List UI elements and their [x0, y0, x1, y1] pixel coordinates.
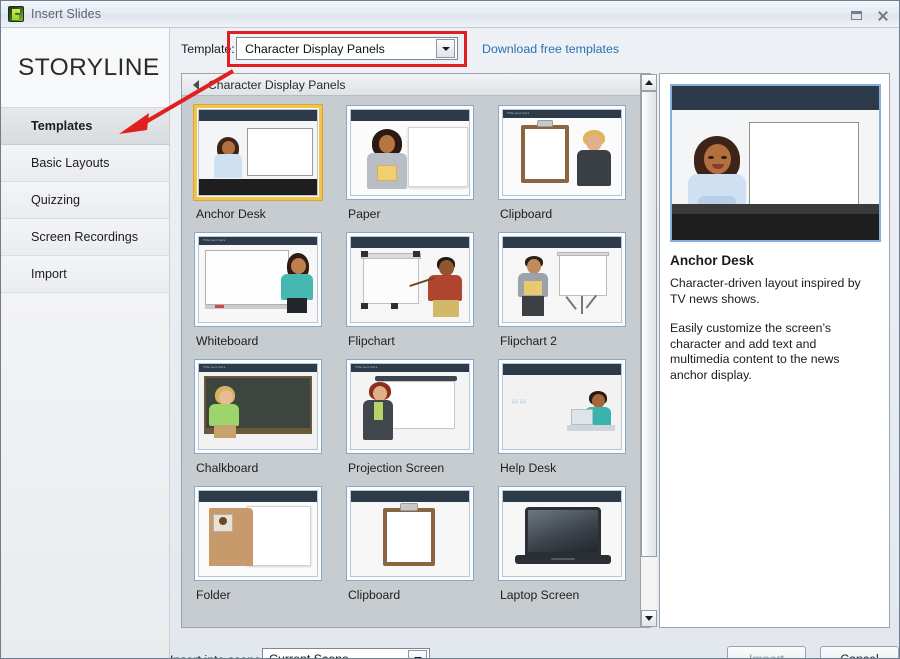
template-list-panel: Character Display Panels [181, 73, 651, 628]
sidebar-item-label: Import [31, 267, 67, 281]
dialog-footer: Insert into scene: Current Scene Import … [170, 632, 900, 659]
template-thumbnail [346, 105, 474, 200]
preview-description-1: Character-driven layout inspired by TV n… [670, 276, 879, 307]
sidebar: STORYLINE Templates Basic Layouts Quizzi… [1, 28, 170, 659]
template-thumbnail: Title text here [194, 232, 322, 327]
window-title: Insert Slides [31, 7, 101, 21]
template-card-laptop-screen[interactable]: Laptop Screen [498, 486, 640, 613]
sidebar-item-label: Basic Layouts [31, 156, 109, 170]
scroll-down-button[interactable] [641, 610, 657, 627]
title-bar: Insert Slides [1, 1, 900, 28]
template-card-label: Anchor Desk [194, 207, 336, 221]
main-content: Template: Character Display Panels Downl… [170, 28, 900, 659]
restore-icon [851, 11, 862, 20]
template-card-help-desk[interactable]: ““ Help Desk [498, 359, 640, 486]
template-label: Template: [181, 42, 235, 56]
template-preview-panel: Anchor Desk Character-driven layout insp… [659, 73, 890, 628]
template-card-projection-screen[interactable]: Title text here [346, 359, 488, 486]
template-card-label: Paper [346, 207, 488, 221]
chevron-down-icon[interactable] [436, 39, 455, 58]
preview-title: Anchor Desk [670, 253, 879, 268]
template-card-whiteboard[interactable]: Title text here [194, 232, 336, 359]
template-card-label: Flipchart 2 [498, 334, 640, 348]
sidebar-item-quizzing[interactable]: Quizzing [1, 182, 169, 219]
template-toolbar: Template: Character Display Panels Downl… [170, 28, 900, 70]
template-card-anchor-desk[interactable]: Anchor Desk [194, 105, 336, 232]
sidebar-item-import[interactable]: Import [1, 256, 169, 293]
insert-into-scene-label: Insert into scene: [170, 653, 264, 659]
template-thumbnail [498, 232, 626, 327]
scrollbar-track[interactable] [641, 91, 657, 610]
template-thumbnail: Title text here [498, 105, 626, 200]
template-card-flipchart[interactable]: Flipchart [346, 232, 488, 359]
template-card-label: Whiteboard [194, 334, 336, 348]
template-thumbnail: ““ [498, 359, 626, 454]
template-card-clipboard-2[interactable]: Clipboard [346, 486, 488, 613]
sidebar-item-basic-layouts[interactable]: Basic Layouts [1, 145, 169, 182]
sidebar-item-label: Quizzing [31, 193, 80, 207]
template-card-label: Laptop Screen [498, 588, 640, 602]
scene-dropdown[interactable]: Current Scene [262, 648, 430, 659]
template-dropdown[interactable]: Character Display Panels [236, 37, 458, 60]
template-card-label: Projection Screen [346, 461, 488, 475]
template-thumbnail [194, 105, 322, 200]
template-card-label: Help Desk [498, 461, 640, 475]
window-controls [843, 5, 895, 24]
template-thumbnail [346, 486, 474, 581]
sidebar-item-label: Templates [31, 119, 92, 133]
import-button[interactable]: Import [727, 646, 806, 659]
preview-description-2: Easily customize the screen’s character … [670, 321, 879, 383]
chevron-down-icon[interactable] [408, 650, 427, 659]
insert-slides-dialog: Insert Slides STORYLINE Templates Basic … [0, 0, 900, 659]
storyline-app-icon [8, 6, 24, 22]
brand-logo: STORYLINE [1, 28, 169, 108]
template-thumbnail [498, 486, 626, 581]
restore-window-button[interactable] [843, 6, 869, 24]
template-group-label: Character Display Panels [208, 78, 346, 92]
template-card-clipboard-1[interactable]: Title text here [498, 105, 640, 232]
template-card-label: Chalkboard [194, 461, 336, 475]
template-thumbnail: Title text here [346, 359, 474, 454]
template-dropdown-value: Character Display Panels [237, 42, 436, 56]
close-icon [877, 10, 888, 21]
template-card-folder[interactable]: Folder [194, 486, 336, 613]
close-window-button[interactable] [869, 6, 895, 24]
template-list-scrollbar[interactable] [640, 74, 657, 627]
sidebar-item-label: Screen Recordings [31, 230, 138, 244]
template-card-paper[interactable]: Paper [346, 105, 488, 232]
download-free-templates-link[interactable]: Download free templates [482, 42, 619, 56]
template-thumbnail [346, 232, 474, 327]
scroll-up-button[interactable] [641, 74, 657, 91]
template-thumbnail: Title text here [194, 359, 322, 454]
sidebar-item-templates[interactable]: Templates [1, 108, 169, 145]
template-card-chalkboard[interactable]: Title text here [194, 359, 336, 486]
template-card-label: Clipboard [346, 588, 488, 602]
template-card-label: Folder [194, 588, 336, 602]
cancel-button[interactable]: Cancel [820, 646, 899, 659]
template-group-header[interactable]: Character Display Panels [182, 74, 650, 96]
template-card-label: Clipboard [498, 207, 640, 221]
template-card-label: Flipchart [346, 334, 488, 348]
preview-thumbnail [670, 84, 881, 242]
scene-dropdown-value: Current Scene [263, 652, 408, 659]
collapse-triangle-icon[interactable] [193, 80, 199, 90]
sidebar-empty-area [1, 293, 169, 659]
template-thumbnail [194, 486, 322, 581]
template-card-flipchart-2[interactable]: Flipchart 2 [498, 232, 640, 359]
scrollbar-thumb[interactable] [641, 91, 657, 557]
template-grid: Anchor Desk [182, 96, 650, 627]
sidebar-item-screen-recordings[interactable]: Screen Recordings [1, 219, 169, 256]
